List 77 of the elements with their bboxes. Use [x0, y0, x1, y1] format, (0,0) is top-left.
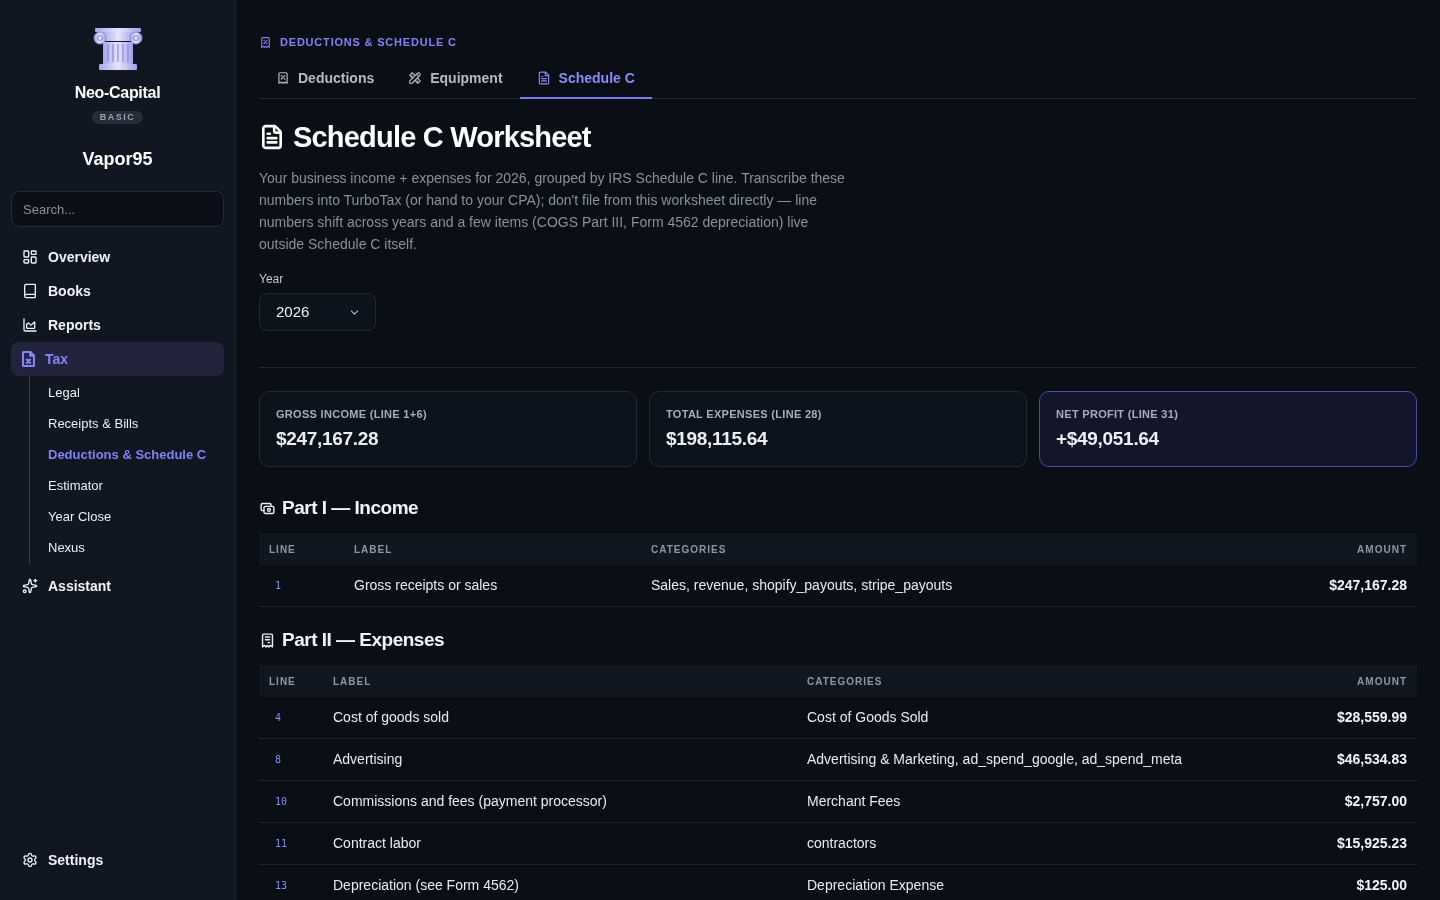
- page-description: Your business income + expenses for 2026, grouped by IRS Schedule C line. Transcribe these numbers into TurboTax (or hand to your CPA); don't file from this worksheet directly — line numbers shift across years and a few items (COGS Part III, Form 4562 depreciation) live outside Schedule C itself.: [259, 169, 846, 254]
- brand-name: Neo-Capital: [74, 83, 161, 103]
- sub-nav-item[interactable]: Estimator: [30, 470, 224, 501]
- search-field[interactable]: Search...: [11, 191, 224, 227]
- card-label: TOTAL EXPENSES (LINE 28): [666, 407, 823, 421]
- table-cell-text: Depreciation Expense: [807, 876, 945, 895]
- line-number: 11: [274, 837, 289, 851]
- nav-item[interactable]: Books: [11, 274, 224, 308]
- table-cell-text: Contract labor: [333, 834, 422, 853]
- column-header: AMOUNT: [1356, 674, 1408, 689]
- card-label: GROSS INCOME (LINE 1+6): [276, 407, 428, 421]
- file-text-icon: [536, 71, 551, 85]
- pillar-logo: [91, 28, 144, 70]
- sub-nav-item[interactable]: Year Close: [30, 501, 224, 532]
- line-number: 10: [274, 795, 289, 809]
- table-cell-text: Cost of Goods Sold: [807, 708, 930, 727]
- receipt-percent-icon: [276, 71, 290, 85]
- amount-cell-text: $46,534.83: [1335, 750, 1408, 769]
- column-header: LABEL: [354, 542, 394, 557]
- file-icon: [22, 351, 35, 367]
- settings-item[interactable]: Settings: [11, 843, 224, 877]
- table-cell-text: Commissions and fees (payment processor): [333, 792, 608, 811]
- workspace-name: Vapor95: [82, 148, 153, 171]
- column-header: AMOUNT: [1356, 542, 1408, 557]
- column-header: LINE: [268, 674, 297, 689]
- amount-cell-text: $15,925.23: [1335, 834, 1408, 853]
- area-chart-icon: [22, 317, 38, 333]
- line-number: 8: [274, 753, 283, 767]
- card-value: $198,115.64: [666, 427, 769, 451]
- tab[interactable]: Equipment: [391, 59, 520, 99]
- sub-nav-item[interactable]: Deductions & Schedule C: [30, 439, 224, 470]
- table-cell-text: Advertising: [333, 750, 404, 769]
- section-title: Part II — Expenses: [282, 628, 445, 652]
- nav-item[interactable]: Tax: [11, 342, 224, 376]
- card-value: +$49,051.64: [1056, 427, 1160, 451]
- table-cell-text: contractors: [807, 834, 878, 853]
- section-title: Part I — Income: [282, 496, 419, 520]
- table-cell-text: Sales, revenue, shopify_payouts, stripe_payouts: [651, 576, 954, 595]
- line-number: 1: [274, 579, 283, 593]
- table-cell-text: Advertising & Marketing, ad_spend_google, ad_spend_meta: [807, 750, 1184, 769]
- amount-cell-text: $28,559.99: [1335, 708, 1408, 727]
- column-header: LABEL: [333, 674, 373, 689]
- column-header: CATEGORIES: [807, 674, 884, 689]
- sparkles-icon: [22, 578, 38, 594]
- table-cell-text: Depreciation (see Form 4562): [333, 876, 520, 895]
- year-label: Year: [259, 271, 284, 287]
- breadcrumb: DEDUCTIONS & SCHEDULE C: [280, 34, 457, 50]
- card-label: NET PROFIT (LINE 31): [1056, 407, 1180, 421]
- year-select[interactable]: 2026: [259, 293, 376, 331]
- page-title: Schedule C Worksheet: [293, 120, 591, 155]
- sub-nav-item[interactable]: Receipts & Bills: [30, 408, 224, 439]
- table-cell-text: Gross receipts or sales: [354, 576, 499, 595]
- column-header: LINE: [268, 542, 297, 557]
- line-number: 4: [274, 711, 283, 725]
- dashboard-icon: [22, 249, 38, 265]
- table-cell-text: Merchant Fees: [807, 792, 902, 811]
- settings-icon: [22, 852, 38, 868]
- nav-item[interactable]: Assistant: [11, 569, 224, 603]
- card-value: $247,167.28: [276, 427, 380, 451]
- file-text-icon: [259, 124, 285, 150]
- plan-badge: BASIC: [91, 111, 144, 124]
- column-header: CATEGORIES: [651, 542, 728, 557]
- receipt-percent-icon: [259, 35, 272, 49]
- line-number: 13: [274, 879, 289, 893]
- nav-item[interactable]: Overview: [11, 240, 224, 274]
- amount-cell-text: $247,167.28: [1328, 576, 1408, 595]
- tab[interactable]: Schedule C: [519, 59, 652, 99]
- tools-icon: [408, 71, 423, 85]
- amount-cell-text: $125.00: [1355, 876, 1408, 895]
- sub-nav-item[interactable]: Nexus: [30, 532, 224, 563]
- table-cell-text: Cost of goods sold: [333, 708, 450, 727]
- book-icon: [22, 283, 38, 299]
- nav-item[interactable]: Reports: [11, 308, 224, 342]
- receipt-icon: [259, 631, 276, 649]
- tab[interactable]: Deductions: [259, 59, 392, 99]
- sub-nav-item[interactable]: Legal: [30, 377, 224, 408]
- amount-cell-text: $2,757.00: [1343, 792, 1408, 811]
